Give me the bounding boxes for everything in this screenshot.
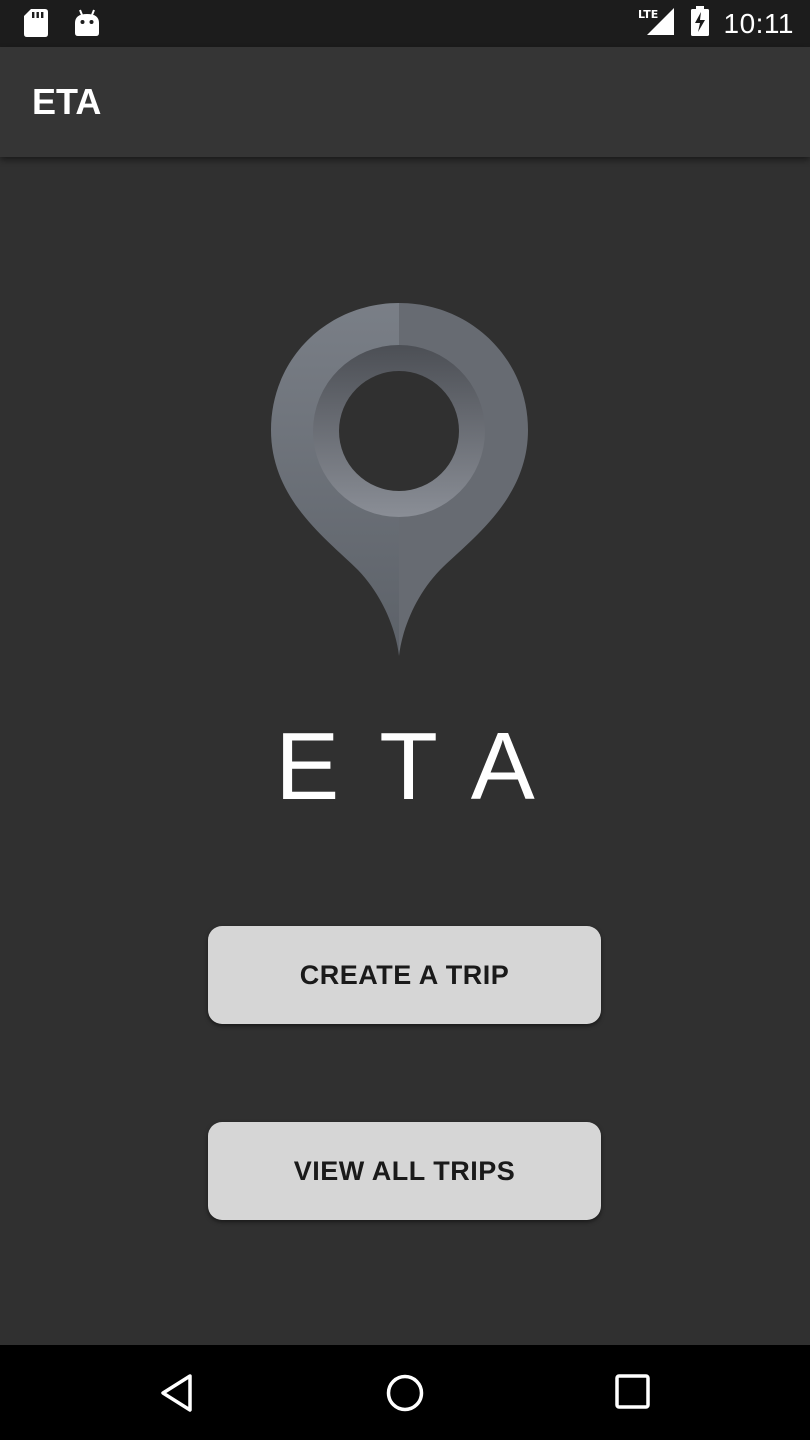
home-icon[interactable] [384, 1373, 426, 1420]
navigation-bar [0, 1345, 810, 1440]
logo-wordmark: ETA [275, 713, 575, 820]
view-all-trips-label: VIEW ALL TRIPS [293, 1155, 516, 1186]
status-time: 10:11 [723, 7, 794, 39]
battery-charging-icon [690, 6, 710, 41]
status-icons-right: LTE 10:11 [638, 6, 795, 41]
status-bar: LTE 10:11 [0, 0, 810, 47]
location-pin-icon [268, 300, 532, 665]
app-title: ETA [32, 81, 102, 122]
android-debug-icon [74, 9, 100, 42]
create-trip-button[interactable]: CREATE A TRIP [208, 926, 601, 1024]
lte-signal-icon: LTE [638, 6, 676, 41]
recents-icon[interactable] [614, 1373, 654, 1418]
create-trip-label: CREATE A TRIP [299, 959, 510, 990]
sd-card-icon [24, 9, 48, 42]
status-icons-left [24, 9, 100, 42]
back-icon[interactable] [158, 1373, 198, 1418]
view-all-trips-button[interactable]: VIEW ALL TRIPS [208, 1122, 601, 1220]
network-type-label: LTE [638, 8, 658, 21]
app-bar: ETA [0, 47, 810, 157]
